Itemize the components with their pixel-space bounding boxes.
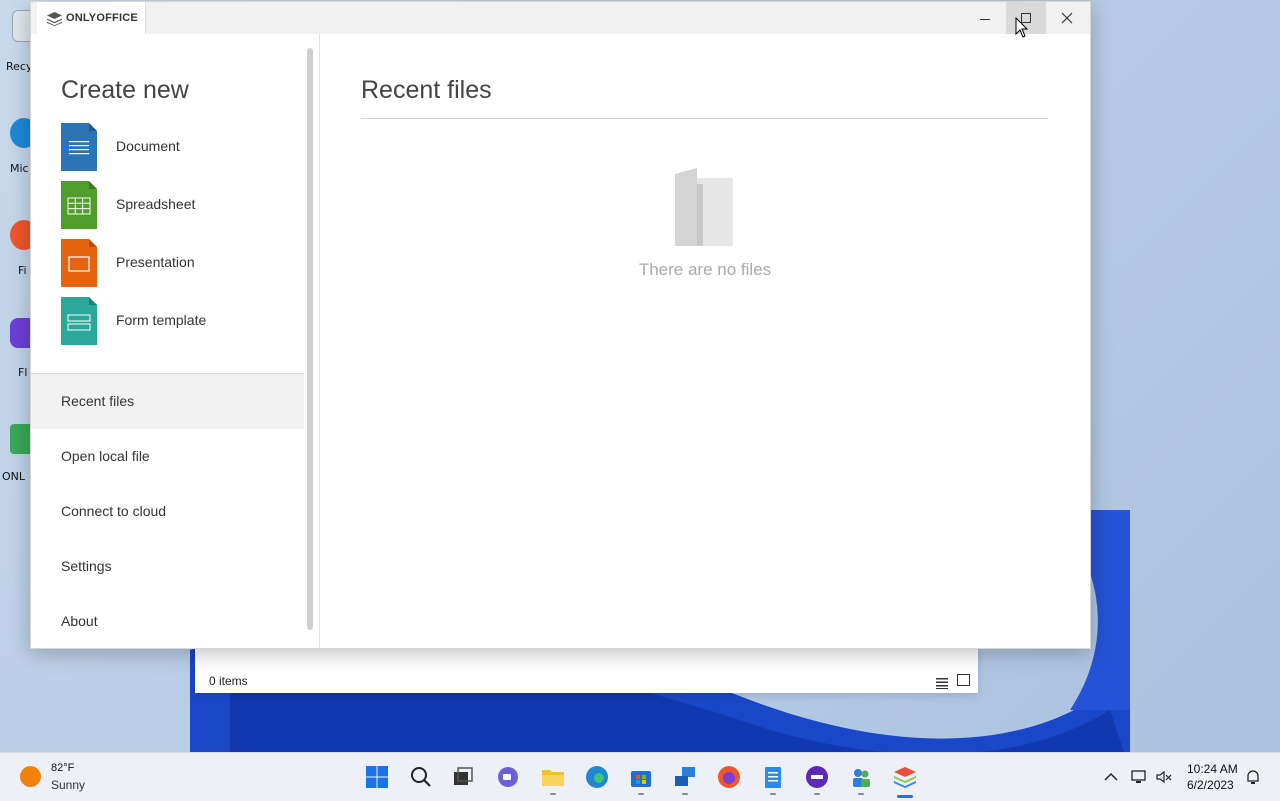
create-document-button[interactable]: Document <box>61 123 301 171</box>
taskbar: 82°F Sunny 10:24 AM 6/2/2023 <box>0 752 1280 801</box>
active-app-indicator <box>897 795 913 798</box>
item-count: 0 items <box>209 674 248 688</box>
background-file-explorer: 0 items <box>195 648 978 693</box>
document-icon <box>61 123 97 171</box>
network-icon[interactable] <box>1130 768 1148 786</box>
task-view-icon[interactable] <box>450 764 476 790</box>
minimize-button[interactable] <box>965 2 1005 34</box>
search-icon[interactable] <box>408 764 434 790</box>
form-template-icon <box>61 297 97 345</box>
sidebar-scrollbar[interactable] <box>307 48 313 630</box>
chat-icon[interactable] <box>495 764 521 790</box>
title-bar[interactable]: ONLYOFFICE <box>31 2 1090 34</box>
nav-settings[interactable]: Settings <box>31 539 304 594</box>
nav-label: Recent files <box>61 393 135 409</box>
create-spreadsheet-label: Spreadsheet <box>116 196 196 212</box>
purple-app-icon[interactable] <box>804 764 830 790</box>
nav-label: Connect to cloud <box>61 503 167 519</box>
nav-label: Open local file <box>61 448 150 464</box>
onlyoffice-taskbar-icon[interactable] <box>892 764 918 790</box>
heading-divider <box>361 118 1048 119</box>
create-document-label: Document <box>116 138 180 154</box>
create-presentation-label: Presentation <box>116 254 195 270</box>
create-new-heading: Create new <box>61 76 189 104</box>
nav-label: Settings <box>61 558 112 574</box>
close-button[interactable] <box>1047 2 1087 34</box>
create-form-template-label: Form template <box>116 312 207 328</box>
nav-open-local-file[interactable]: Open local file <box>31 429 304 484</box>
firefox-icon[interactable] <box>716 764 742 790</box>
store-icon[interactable] <box>628 764 654 790</box>
create-spreadsheet-button[interactable]: Spreadsheet <box>61 181 301 229</box>
edge-icon[interactable] <box>584 764 610 790</box>
weather-condition[interactable]: Sunny <box>51 778 85 792</box>
empty-state-text: There are no files <box>638 260 772 279</box>
recent-files-heading: Recent files <box>361 76 492 104</box>
file-explorer-icon[interactable] <box>540 764 566 790</box>
presentation-icon <box>61 239 97 287</box>
weather-sun-icon[interactable] <box>20 766 41 787</box>
empty-folder-icon <box>675 168 733 246</box>
spreadsheet-icon <box>61 181 97 229</box>
create-form-template-button[interactable]: Form template <box>61 297 301 345</box>
nav-recent-files[interactable]: Recent files <box>31 374 304 429</box>
chevron-up-icon[interactable] <box>1102 768 1120 786</box>
nav-about[interactable]: About <box>31 594 304 649</box>
sidebar: Create new Document Spreadsheet Presenta… <box>31 34 320 648</box>
create-presentation-button[interactable]: Presentation <box>61 239 301 287</box>
notepad-icon[interactable] <box>760 764 786 790</box>
onlyoffice-window: ONLYOFFICE Create new Document Spreadshe… <box>30 1 1091 649</box>
clock-time[interactable]: 10:24 AM <box>1187 762 1238 776</box>
mouse-cursor-icon <box>1015 17 1029 38</box>
app-tab[interactable]: ONLYOFFICE <box>37 2 146 34</box>
remote-app-icon[interactable] <box>672 764 698 790</box>
app-name: ONLYOFFICE <box>66 12 138 24</box>
onlyoffice-logo-icon <box>47 11 62 26</box>
start-icon[interactable] <box>364 764 390 790</box>
people-app-icon[interactable] <box>848 764 874 790</box>
weather-temperature[interactable]: 82°F <box>51 762 74 774</box>
clock-date[interactable]: 6/2/2023 <box>1187 778 1234 792</box>
details-view-icon[interactable] <box>936 674 948 689</box>
nav-connect-to-cloud[interactable]: Connect to cloud <box>31 484 304 539</box>
volume-muted-icon[interactable] <box>1155 768 1173 786</box>
main-panel: Recent files There are no files <box>320 34 1090 648</box>
tiles-view-icon[interactable] <box>957 674 970 686</box>
nav-label: About <box>61 613 98 629</box>
notifications-icon[interactable] <box>1244 768 1262 786</box>
